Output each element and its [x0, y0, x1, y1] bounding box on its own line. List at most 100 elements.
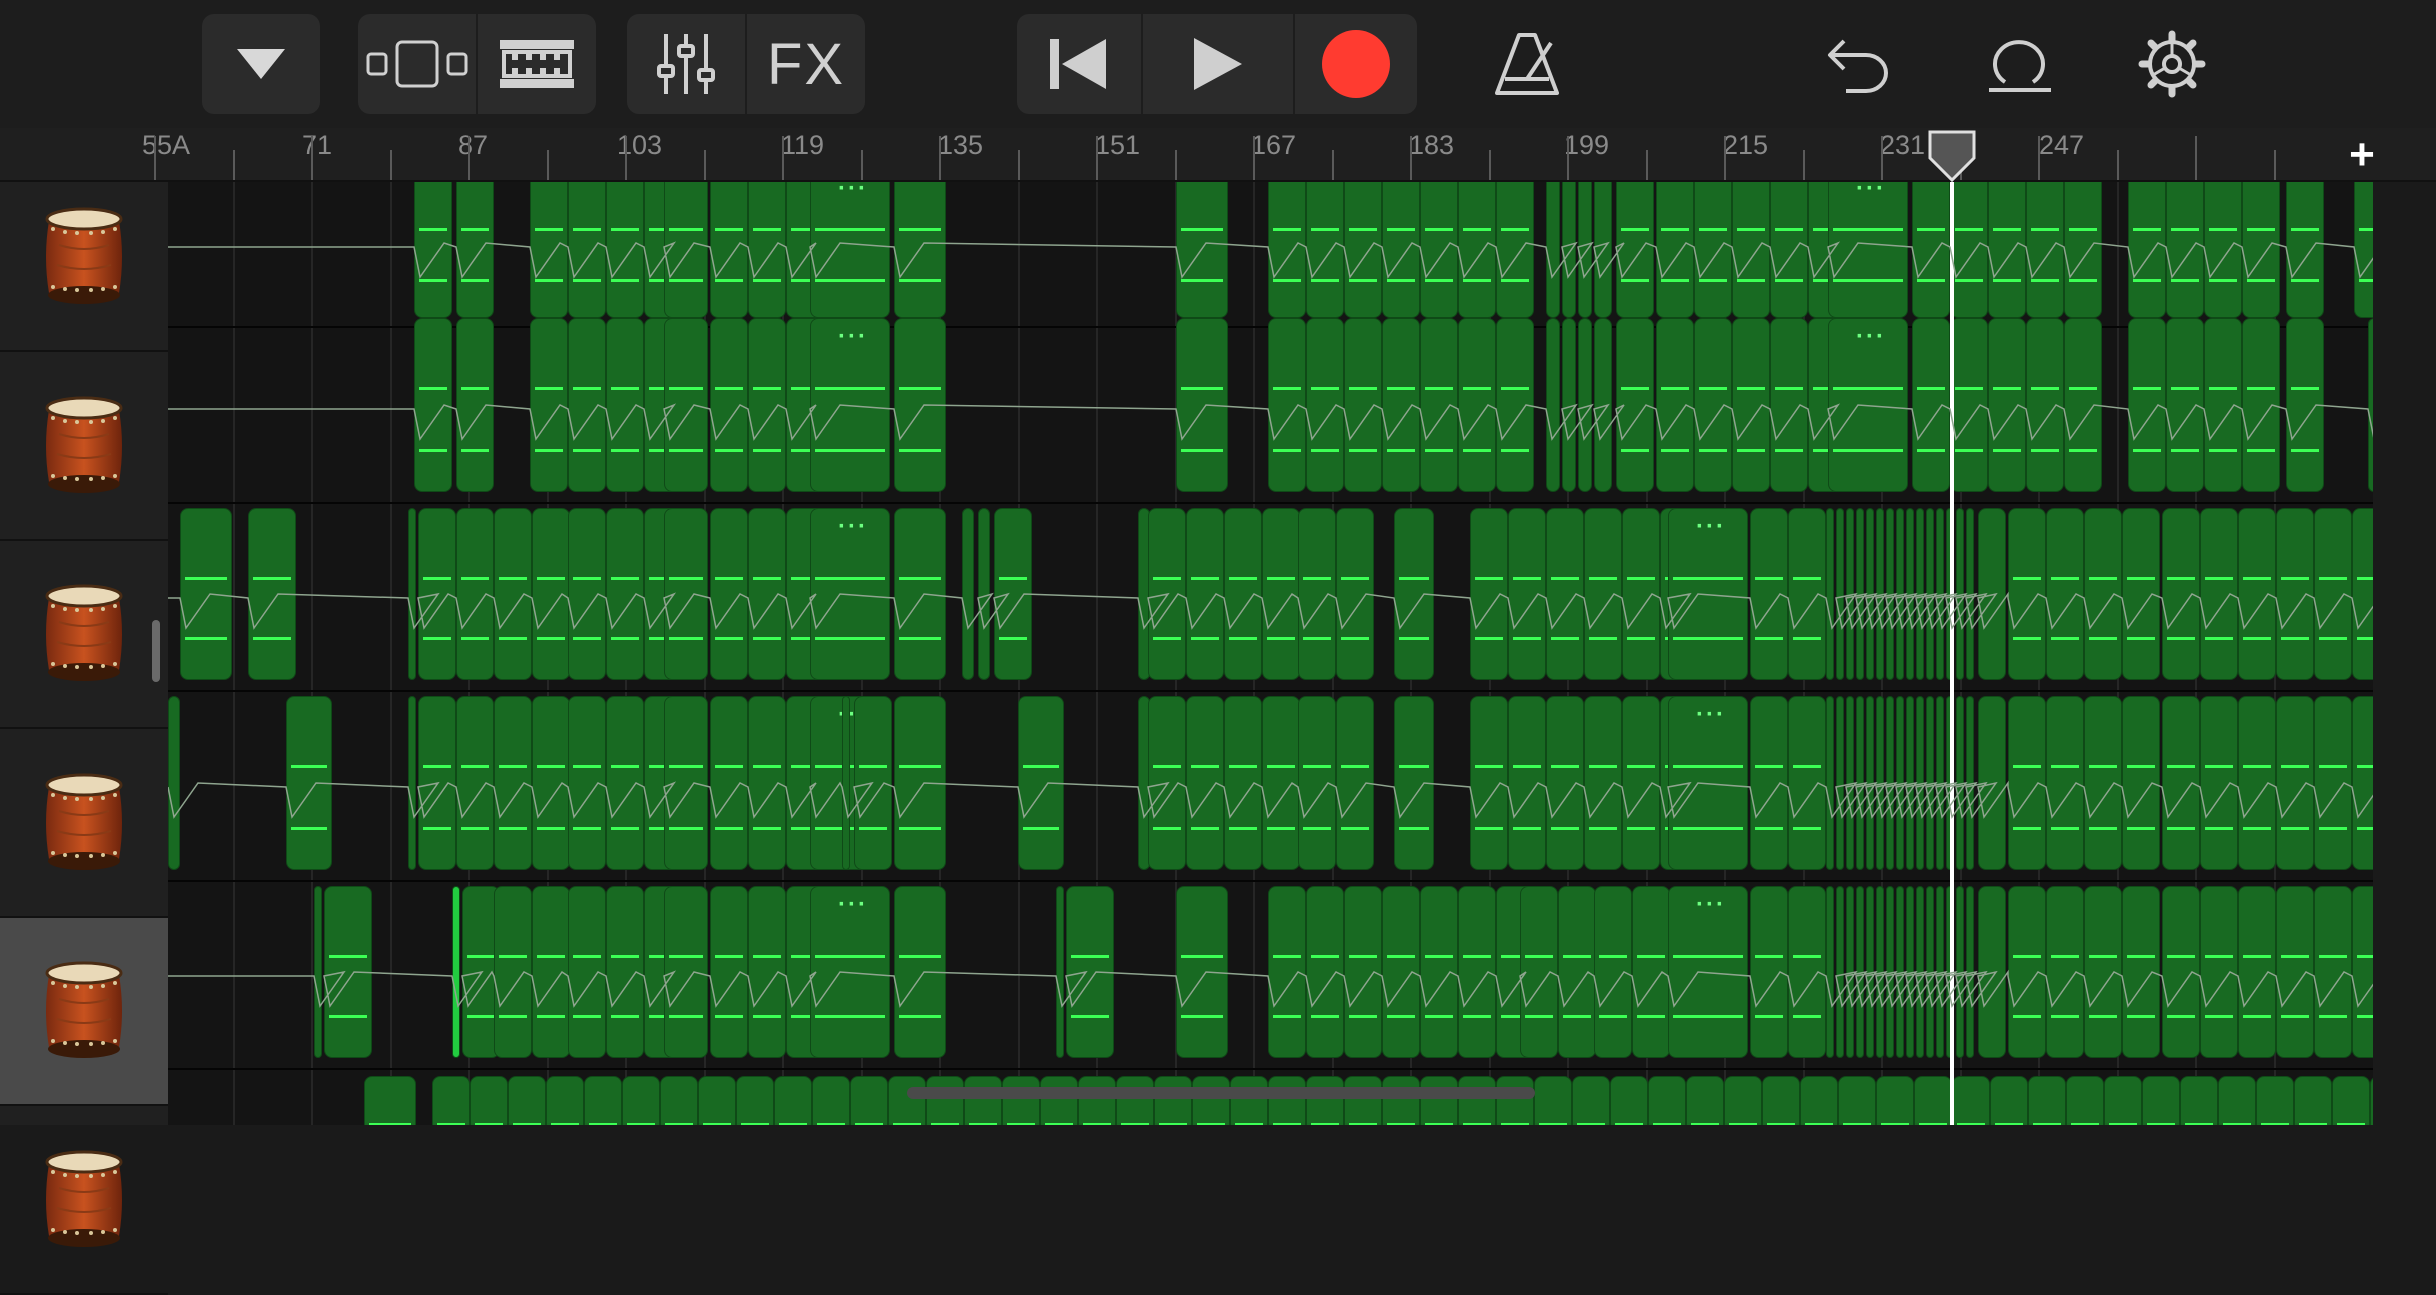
loop-browser-button[interactable] — [1968, 14, 2068, 114]
mixer-button[interactable] — [627, 14, 747, 114]
ruler-tick — [1331, 150, 1334, 180]
ruler-tick — [389, 150, 392, 180]
ruler-label-71: 71 — [302, 130, 333, 160]
transport-group — [1017, 14, 1417, 114]
undo-icon — [1828, 39, 1888, 93]
ruler-label-247: 247 — [2039, 130, 2085, 160]
automation-curve — [168, 780, 2373, 819]
timeline-ruler[interactable]: A 55 71 87 103 119 135 151 167 183 199 215 231 247 — [0, 128, 2436, 182]
skip-to-start-icon — [1050, 39, 1106, 89]
ruler-label-183: 183 — [1409, 130, 1455, 160]
ruler-label-119: 119 — [781, 130, 825, 160]
ruler-tick — [1174, 150, 1177, 180]
toolbar: FX — [0, 0, 2436, 128]
settings-button[interactable] — [2122, 14, 2222, 114]
ruler-tick — [1724, 136, 1726, 180]
ruler-tick — [2195, 136, 2197, 180]
taiko-drum-view-icon — [500, 40, 574, 88]
automation-curve — [168, 1068, 2373, 1125]
record-icon — [1322, 30, 1390, 98]
track-header-4[interactable] — [0, 730, 168, 918]
record-button[interactable] — [1295, 14, 1417, 114]
ruler-label-151: 151 — [1095, 130, 1141, 160]
rewind-button[interactable] — [1017, 14, 1143, 114]
ruler-label-231: 231 — [1880, 130, 1926, 160]
automation-curve — [168, 969, 2373, 1008]
view-menu-button[interactable] — [202, 14, 320, 114]
ruler-tick — [703, 150, 706, 180]
track-lane-4[interactable]: ··· ··· — [168, 688, 2373, 882]
ruler-tick — [860, 150, 863, 180]
ruler-tick — [1802, 150, 1805, 180]
ruler-label-87: 87 — [458, 130, 489, 160]
automation-curve — [168, 403, 2373, 441]
ruler-label-167: 167 — [1251, 130, 1297, 160]
gear-icon — [2138, 30, 2206, 98]
ruler-tick — [232, 150, 235, 180]
ruler-label-55: 55 — [142, 130, 173, 160]
ruler-tick — [625, 136, 627, 180]
track-headers — [0, 182, 168, 1295]
taiko-drum-icon — [45, 1150, 123, 1247]
section-marker[interactable]: A — [172, 130, 190, 161]
taiko-drum-icon — [45, 207, 123, 304]
loop-icon — [1989, 40, 2051, 92]
tracks-view-button[interactable] — [358, 14, 478, 114]
ruler-tick — [1645, 150, 1648, 180]
vertical-scroll-indicator[interactable] — [152, 620, 160, 682]
tracks-view-icon — [366, 40, 468, 88]
ruler-tick — [1410, 136, 1412, 180]
triangle-down-icon — [237, 49, 285, 79]
ruler-tick — [1253, 136, 1255, 180]
ruler-label-215: 215 — [1723, 130, 1769, 160]
ruler-label-103: 103 — [617, 130, 663, 160]
automation-curve — [168, 591, 2373, 630]
mixer-fx-group: FX — [627, 14, 865, 114]
play-icon — [1194, 38, 1242, 90]
metronome-button[interactable] — [1477, 14, 1577, 114]
track-lane-1[interactable]: ··· ··· — [168, 182, 2373, 328]
view-menu-group — [202, 14, 320, 114]
track-header-1[interactable] — [0, 164, 168, 352]
play-button[interactable] — [1143, 14, 1295, 114]
sliders-icon — [657, 34, 715, 94]
ruler-tick — [311, 136, 313, 180]
taiko-drum-icon — [45, 396, 123, 493]
ruler-tick — [1881, 136, 1883, 180]
ruler-tick — [1096, 136, 1098, 180]
fx-button[interactable]: FX — [747, 14, 865, 114]
automation-curve — [168, 241, 2373, 279]
ruler-tick — [468, 136, 470, 180]
tracks-area[interactable]: ··· ··· ··· ··· ··· ··· ··· ··· ··· ··· — [168, 182, 2373, 1125]
add-section-button[interactable]: + — [2334, 130, 2390, 179]
track-lane-3[interactable]: ··· ··· — [168, 500, 2373, 692]
taiko-drum-icon — [45, 773, 123, 870]
tracks-right-margin — [2373, 182, 2436, 1125]
ruler-track: A 55 71 87 103 119 135 151 167 183 199 215 231 247 — [142, 128, 2348, 180]
ruler-tick — [2273, 150, 2276, 180]
ruler-tick — [546, 150, 549, 180]
view-toggle-group — [358, 14, 596, 114]
taiko-drum-icon — [45, 584, 123, 681]
ruler-tick — [1488, 150, 1491, 180]
ruler-label-135: 135 — [938, 130, 984, 160]
fx-label: FX — [766, 31, 846, 97]
ruler-tick — [1567, 136, 1569, 180]
taiko-drum-icon — [45, 961, 123, 1058]
instrument-view-button[interactable] — [478, 14, 596, 114]
track-header-3[interactable] — [0, 541, 168, 729]
ruler-tick — [1017, 150, 1020, 180]
track-header-6[interactable] — [0, 1107, 168, 1295]
track-header-2[interactable] — [0, 353, 168, 541]
track-header-5[interactable] — [0, 918, 168, 1106]
ruler-tick — [939, 136, 941, 180]
track-lane-6[interactable] — [168, 1068, 2373, 1125]
track-lane-2[interactable]: ··· ··· — [168, 310, 2373, 504]
ruler-tick — [2116, 150, 2119, 180]
playhead-handle[interactable] — [1928, 130, 1976, 182]
ruler-tick — [782, 136, 784, 180]
metronome-icon — [1495, 33, 1559, 95]
undo-button[interactable] — [1808, 14, 1908, 114]
track-lane-5[interactable]: ··· ··· — [168, 878, 2373, 1070]
ruler-label-199: 199 — [1564, 130, 1610, 160]
